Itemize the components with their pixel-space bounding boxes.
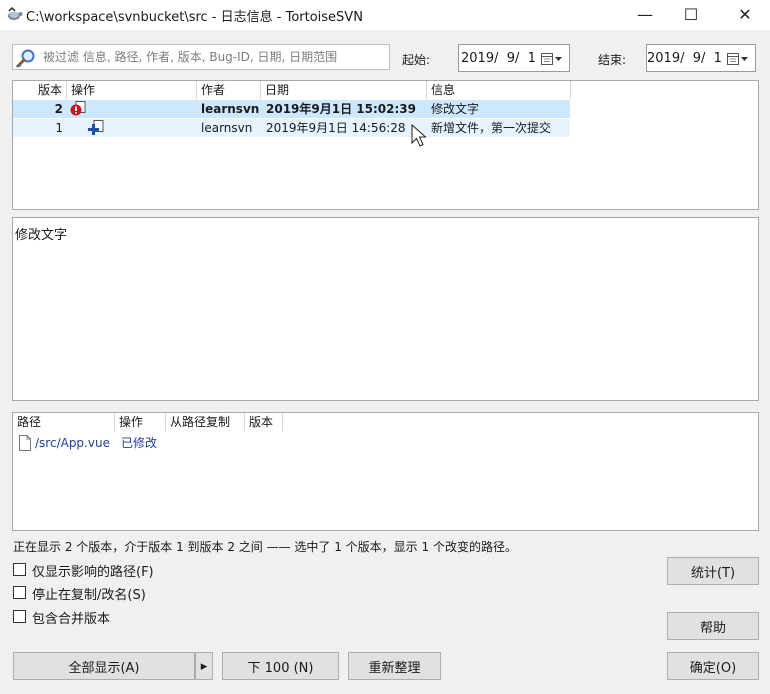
log-message-text: 修改文字 [15, 228, 68, 243]
path-row[interactable]: /src/App.vue 已修改 [13, 434, 313, 452]
added-icon [88, 120, 104, 135]
help-button[interactable]: 帮助 [667, 612, 759, 640]
refresh-button[interactable]: 重新整理 [348, 652, 441, 680]
file-icon [19, 435, 31, 451]
status-text: 正在显示 2 个版本，介于版本 1 到版本 2 之间 —— 选中了 1 个版本，… [13, 540, 517, 554]
from-date-value: 2019/ 9/ 1 [461, 51, 536, 66]
include-merged-label[interactable]: 包含合并版本 [32, 608, 110, 627]
minimize-button[interactable]: — [622, 0, 668, 30]
search-icon[interactable] [16, 48, 36, 68]
to-date-picker[interactable]: 2019/ 9/ 1 [646, 44, 756, 72]
path-action: 已修改 [121, 436, 158, 450]
column-header-copy-from[interactable]: 从路径复制 [166, 413, 245, 431]
next-100-button[interactable]: 下 100 (N) [222, 652, 339, 680]
revision-message: 修改文字 [431, 102, 480, 116]
maximize-button[interactable]: ☐ [668, 0, 714, 30]
revision-number: 1 [55, 121, 63, 135]
revision-number: 2 [54, 102, 63, 116]
to-date-value: 2019/ 9/ 1 [647, 51, 722, 66]
column-header-path-revision[interactable]: 版本 [245, 413, 283, 431]
column-header-path[interactable]: 路径 [13, 413, 115, 431]
log-message-pane[interactable]: 修改文字 [12, 217, 759, 401]
from-date-label: 起始: [402, 53, 431, 67]
paths-header: 路径 操作 从路径复制 版本 [13, 413, 758, 431]
changed-paths-list[interactable]: 路径 操作 从路径复制 版本 /src/App.vue 已修改 [12, 412, 759, 531]
modified-icon [70, 101, 86, 116]
tortoisesvn-icon [8, 6, 23, 20]
column-header-path-action[interactable]: 操作 [115, 413, 166, 431]
stop-on-copy-label[interactable]: 停止在复制/改名(S) [32, 584, 146, 603]
revision-date: 2019年9月1日 14:56:28 [266, 121, 406, 135]
revision-author: learnsvn [201, 121, 253, 135]
calendar-dropdown-icon[interactable] [727, 52, 749, 66]
column-header-revision[interactable]: 版本 [13, 81, 67, 99]
revision-list[interactable]: 版本 操作 作者 日期 信息 2 learnsvn 2019年9月1日 15:0… [12, 80, 759, 210]
column-header-action[interactable]: 操作 [67, 81, 197, 99]
filter-box[interactable] [12, 44, 390, 70]
title-bar: C:\workspace\svnbucket\src - 日志信息 - Tort… [0, 0, 770, 30]
filter-input[interactable] [43, 48, 383, 66]
include-merged-checkbox[interactable] [13, 610, 26, 623]
statistics-button[interactable]: 统计(T) [667, 557, 759, 585]
revision-row[interactable]: 1 learnsvn 2019年9月1日 14:56:28 新增文件，第一次提交 [13, 119, 570, 137]
column-header-message[interactable]: 信息 [427, 81, 571, 99]
close-button[interactable]: ✕ [722, 0, 768, 30]
from-date-picker[interactable]: 2019/ 9/ 1 [458, 44, 570, 72]
stop-on-copy-checkbox[interactable] [13, 586, 26, 599]
show-all-button[interactable]: 全部显示(A) [13, 652, 195, 680]
revision-message: 新增文件，第一次提交 [431, 121, 552, 135]
column-header-date[interactable]: 日期 [261, 81, 427, 99]
show-all-dropdown-button[interactable]: ▸ [195, 652, 213, 680]
revision-author: learnsvn [201, 102, 260, 116]
affected-paths-checkbox[interactable] [13, 563, 26, 576]
revision-list-header: 版本 操作 作者 日期 信息 [13, 81, 758, 99]
affected-paths-label[interactable]: 仅显示影响的路径(F) [32, 561, 154, 580]
column-header-author[interactable]: 作者 [197, 81, 261, 99]
path-name: /src/App.vue [35, 436, 110, 450]
calendar-dropdown-icon[interactable] [541, 52, 563, 66]
mouse-cursor-icon [411, 124, 427, 147]
window-title: C:\workspace\svnbucket\src - 日志信息 - Tort… [26, 10, 363, 25]
revision-row-selected[interactable]: 2 learnsvn 2019年9月1日 15:02:39 修改文字 [13, 100, 570, 118]
revision-date: 2019年9月1日 15:02:39 [266, 102, 416, 116]
ok-button[interactable]: 确定(O) [667, 652, 759, 680]
to-date-label: 结束: [598, 53, 627, 67]
